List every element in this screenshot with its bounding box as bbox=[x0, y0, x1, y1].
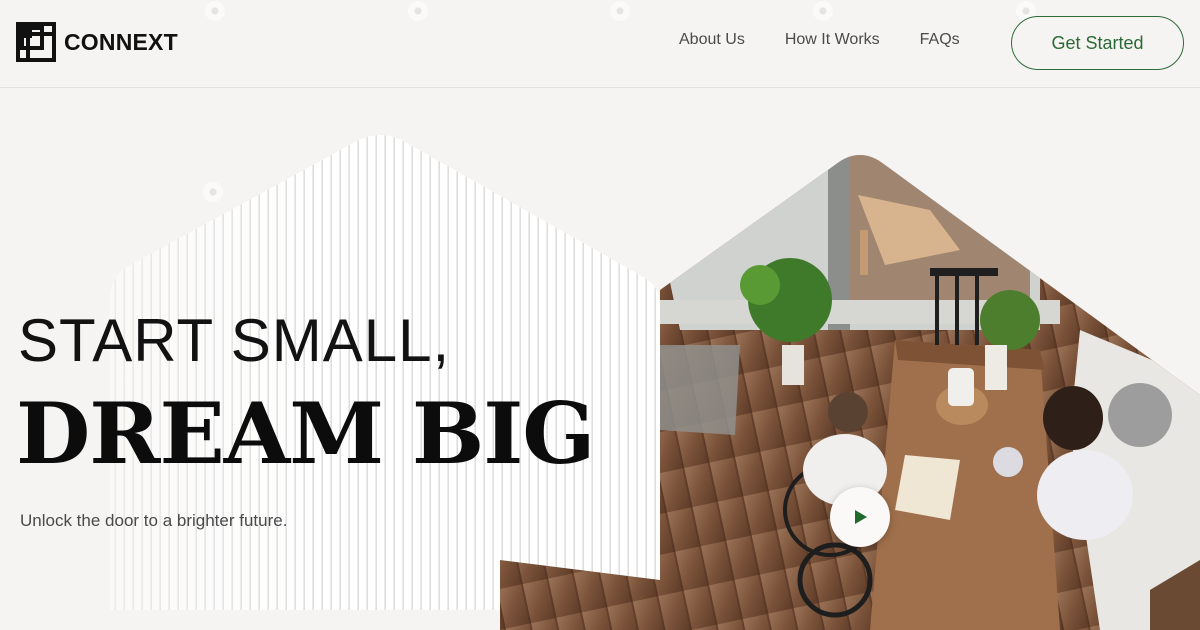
hero-headline-line-2: DREAM BIG bbox=[16, 384, 595, 483]
hero-headline-line-1: START SMALL, bbox=[18, 307, 451, 374]
nav-item-faqs[interactable]: FAQs bbox=[920, 31, 960, 49]
site-header: CONNEXT About Us How It Works FAQs Get S… bbox=[0, 0, 1200, 88]
play-video-button[interactable] bbox=[830, 487, 890, 547]
nav-item-how-it-works[interactable]: How It Works bbox=[785, 31, 880, 49]
brand-name: CONNEXT bbox=[64, 28, 178, 55]
brand-logo[interactable]: CONNEXT bbox=[16, 22, 178, 62]
connext-logo-icon bbox=[16, 22, 56, 62]
hero-tagline: Unlock the door to a brighter future. bbox=[20, 511, 288, 530]
play-icon bbox=[855, 510, 867, 524]
main-nav: About Us How It Works FAQs bbox=[679, 31, 1000, 49]
get-started-button[interactable]: Get Started bbox=[1011, 16, 1184, 70]
nav-item-about-us[interactable]: About Us bbox=[679, 31, 745, 49]
